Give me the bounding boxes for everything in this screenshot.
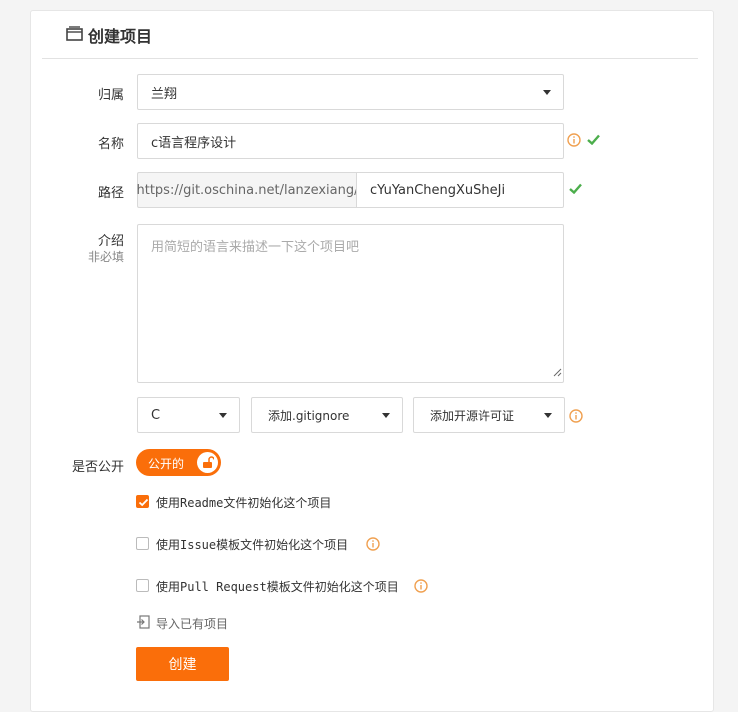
card-header: 创建项目 [42,10,698,59]
path-prefix-text: https://git.oschina.net/lanzexiang/ [136,182,359,198]
import-project-label: 导入已有项目 [156,617,229,631]
description-optional-label: 非必填 [87,250,124,264]
readme-checkbox[interactable] [136,495,149,508]
chevron-down-icon [543,90,551,95]
info-icon[interactable] [569,409,583,427]
pr-template-option-label[interactable]: 使用Pull Request模板文件初始化这个项目 [156,578,399,595]
page-title: 创建项目 [88,27,153,46]
name-input[interactable]: c语言程序设计 [137,123,564,159]
description-textarea[interactable]: 用简短的语言来描述一下这个项目吧 [137,224,564,383]
path-value: cYuYanChengXuSheJi [370,182,506,198]
name-value: c语言程序设计 [151,135,237,151]
create-button[interactable]: 创建 [136,647,229,681]
license-value: 添加开源许可证 [430,408,515,423]
visibility-toggle-text: 公开的 [148,457,185,471]
issue-template-option-label[interactable]: 使用Issue模板文件初始化这个项目 [156,536,348,553]
issue-template-checkbox[interactable] [136,537,149,550]
chevron-down-icon [219,413,227,418]
toggle-knob [197,452,218,473]
check-icon [569,183,582,198]
gitignore-value: 添加.gitignore [268,408,350,423]
license-select[interactable]: 添加开源许可证 [413,397,565,433]
visibility-toggle[interactable]: 公开的 [136,449,221,476]
path-input[interactable]: cYuYanChengXuSheJi [356,172,564,208]
unlock-icon [203,456,214,468]
description-label: 介绍 [97,234,124,249]
info-icon[interactable] [414,579,428,597]
info-icon[interactable] [366,537,380,555]
repository-icon [66,25,83,45]
language-value: C [151,407,161,423]
name-label: 名称 [97,137,124,152]
chevron-down-icon [382,413,390,418]
visibility-label: 是否公开 [71,460,124,475]
import-icon [137,615,150,629]
owner-label: 归属 [97,88,124,103]
path-prefix: https://git.oschina.net/lanzexiang/ [136,172,359,208]
path-label: 路径 [97,186,124,201]
gitignore-select[interactable]: 添加.gitignore [251,397,403,433]
owner-select[interactable]: 兰翔 [137,74,564,110]
check-icon [587,134,600,149]
pr-template-checkbox[interactable] [136,579,149,592]
chevron-down-icon [544,413,552,418]
resize-handle-icon[interactable] [553,366,562,381]
owner-value: 兰翔 [151,86,178,102]
language-select[interactable]: C [137,397,240,433]
create-button-label: 创建 [168,657,197,673]
readme-option-label[interactable]: 使用Readme文件初始化这个项目 [156,494,331,511]
description-placeholder: 用简短的语言来描述一下这个项目吧 [151,240,360,255]
info-icon[interactable] [567,133,581,151]
